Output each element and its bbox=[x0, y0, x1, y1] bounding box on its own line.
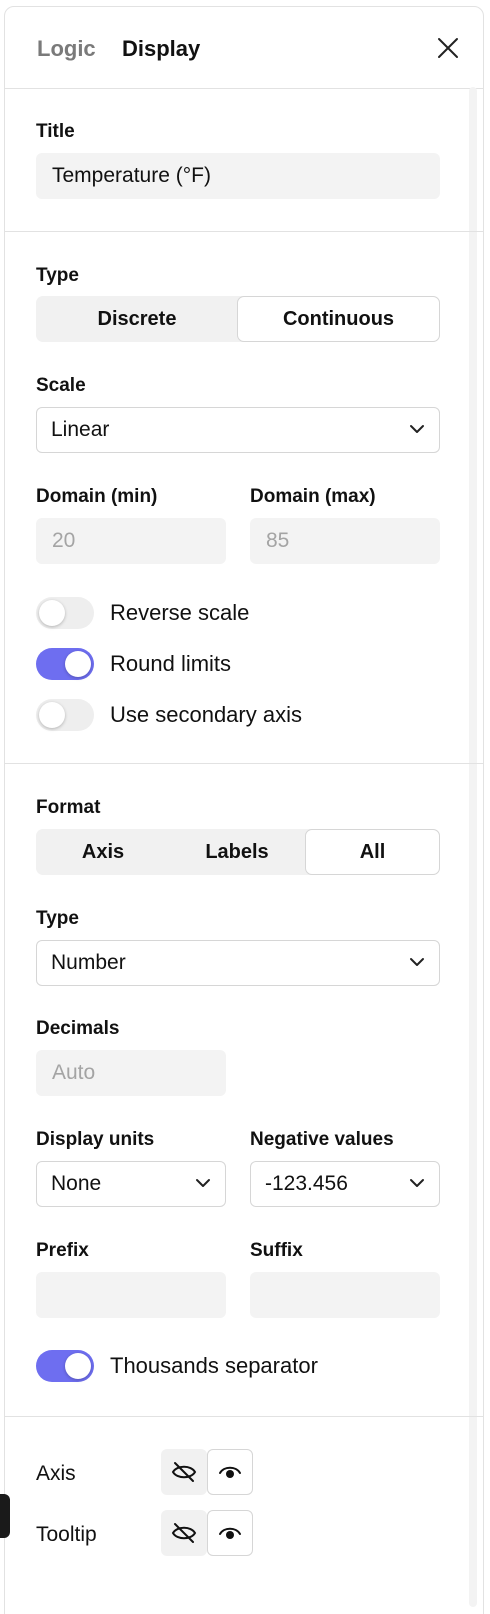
type-option-continuous[interactable]: Continuous bbox=[237, 296, 440, 342]
thousands-separator-label: Thousands separator bbox=[110, 1353, 318, 1379]
type-segmented-control: Discrete Continuous bbox=[36, 296, 440, 342]
secondary-axis-toggle[interactable] bbox=[36, 699, 94, 731]
domain-min-label: Domain (min) bbox=[36, 486, 157, 508]
reverse-scale-label: Reverse scale bbox=[110, 600, 249, 626]
title-input[interactable]: Temperature (°F) bbox=[36, 153, 440, 199]
prefix-input[interactable] bbox=[36, 1272, 226, 1318]
divider bbox=[5, 763, 483, 764]
round-limits-label: Round limits bbox=[110, 651, 231, 677]
display-settings-panel: Logic Display Title Temperature (°F) Typ… bbox=[4, 6, 484, 1614]
negative-values-value: -123.456 bbox=[265, 1172, 348, 1195]
decimals-label: Decimals bbox=[36, 1018, 119, 1040]
close-button[interactable] bbox=[433, 33, 463, 63]
close-icon bbox=[433, 33, 463, 63]
suffix-input[interactable] bbox=[250, 1272, 440, 1318]
panel-drag-handle[interactable] bbox=[0, 1494, 10, 1538]
eye-off-icon bbox=[171, 1522, 197, 1544]
tooltip-hide-button[interactable] bbox=[161, 1510, 207, 1556]
chevron-down-icon bbox=[409, 423, 425, 435]
domain-max-input[interactable]: 85 bbox=[250, 518, 440, 564]
chevron-down-icon bbox=[409, 1177, 425, 1189]
negative-values-label: Negative values bbox=[250, 1129, 394, 1151]
prefix-label: Prefix bbox=[36, 1240, 89, 1262]
format-type-value: Number bbox=[51, 951, 126, 974]
scale-label: Scale bbox=[36, 375, 86, 397]
format-option-labels[interactable]: Labels bbox=[170, 829, 304, 875]
axis-show-button[interactable] bbox=[207, 1449, 253, 1495]
format-label: Format bbox=[36, 797, 100, 819]
type-option-discrete[interactable]: Discrete bbox=[36, 296, 238, 342]
domain-min-input[interactable]: 20 bbox=[36, 518, 226, 564]
format-option-axis[interactable]: Axis bbox=[36, 829, 170, 875]
tab-logic[interactable]: Logic bbox=[37, 36, 96, 62]
chevron-down-icon bbox=[195, 1177, 211, 1189]
format-type-label: Type bbox=[36, 908, 79, 930]
format-segmented-control: Axis Labels All bbox=[36, 829, 440, 875]
negative-values-select[interactable]: -123.456 bbox=[250, 1161, 440, 1207]
scale-select[interactable]: Linear bbox=[36, 407, 440, 453]
axis-hide-button[interactable] bbox=[161, 1449, 207, 1495]
format-option-all[interactable]: All bbox=[305, 829, 440, 875]
reverse-scale-toggle[interactable] bbox=[36, 597, 94, 629]
format-type-select[interactable]: Number bbox=[36, 940, 440, 986]
axis-visibility-control bbox=[161, 1449, 253, 1495]
suffix-label: Suffix bbox=[250, 1240, 303, 1262]
type-label: Type bbox=[36, 265, 79, 287]
display-units-select[interactable]: None bbox=[36, 1161, 226, 1207]
axis-visibility-label: Axis bbox=[36, 1462, 76, 1486]
tab-display[interactable]: Display bbox=[122, 36, 200, 62]
secondary-axis-label: Use secondary axis bbox=[110, 702, 302, 728]
toggle-knob bbox=[65, 651, 91, 677]
domain-max-label: Domain (max) bbox=[250, 486, 376, 508]
tooltip-visibility-control bbox=[161, 1510, 253, 1556]
divider bbox=[5, 231, 483, 232]
thousands-separator-toggle[interactable] bbox=[36, 1350, 94, 1382]
panel-header: Logic Display bbox=[5, 7, 483, 89]
toggle-knob bbox=[39, 600, 65, 626]
display-units-value: None bbox=[51, 1172, 101, 1195]
tooltip-show-button[interactable] bbox=[207, 1510, 253, 1556]
eye-off-icon bbox=[171, 1461, 197, 1483]
eye-icon bbox=[217, 1461, 243, 1483]
display-units-label: Display units bbox=[36, 1129, 154, 1151]
title-label: Title bbox=[36, 121, 75, 143]
tooltip-visibility-label: Tooltip bbox=[36, 1523, 97, 1547]
divider bbox=[5, 1416, 483, 1417]
chevron-down-icon bbox=[409, 956, 425, 968]
round-limits-toggle[interactable] bbox=[36, 648, 94, 680]
scrollbar[interactable] bbox=[469, 87, 477, 1607]
toggle-knob bbox=[65, 1353, 91, 1379]
scale-value: Linear bbox=[51, 418, 109, 441]
eye-icon bbox=[217, 1522, 243, 1544]
toggle-knob bbox=[39, 702, 65, 728]
decimals-input[interactable]: Auto bbox=[36, 1050, 226, 1096]
